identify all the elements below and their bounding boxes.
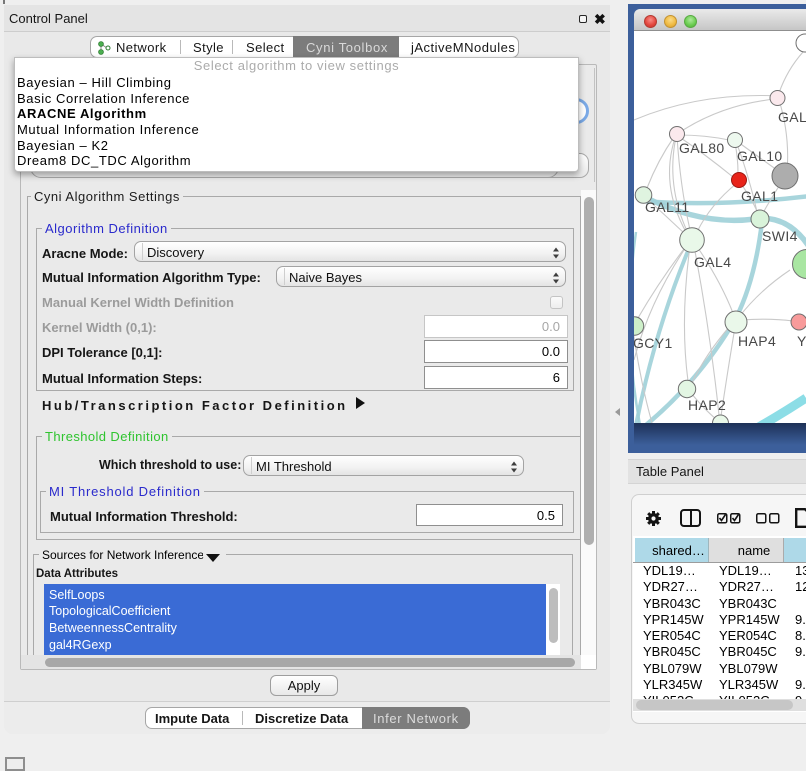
svg-text:GAL7: GAL7	[778, 109, 806, 125]
svg-text:GAL1: GAL1	[741, 188, 778, 204]
svg-text:GAL11: GAL11	[645, 199, 690, 215]
svg-text:YM: YM	[797, 333, 806, 349]
svg-text:GAL4: GAL4	[694, 254, 731, 270]
svg-text:GAL10: GAL10	[737, 148, 783, 164]
svg-text:GAL80: GAL80	[679, 140, 725, 156]
svg-text:HAP4: HAP4	[738, 333, 776, 349]
svg-text:GCY1: GCY1	[634, 335, 673, 351]
svg-text:SWI4: SWI4	[762, 228, 798, 244]
svg-text:HAP2: HAP2	[688, 397, 726, 413]
